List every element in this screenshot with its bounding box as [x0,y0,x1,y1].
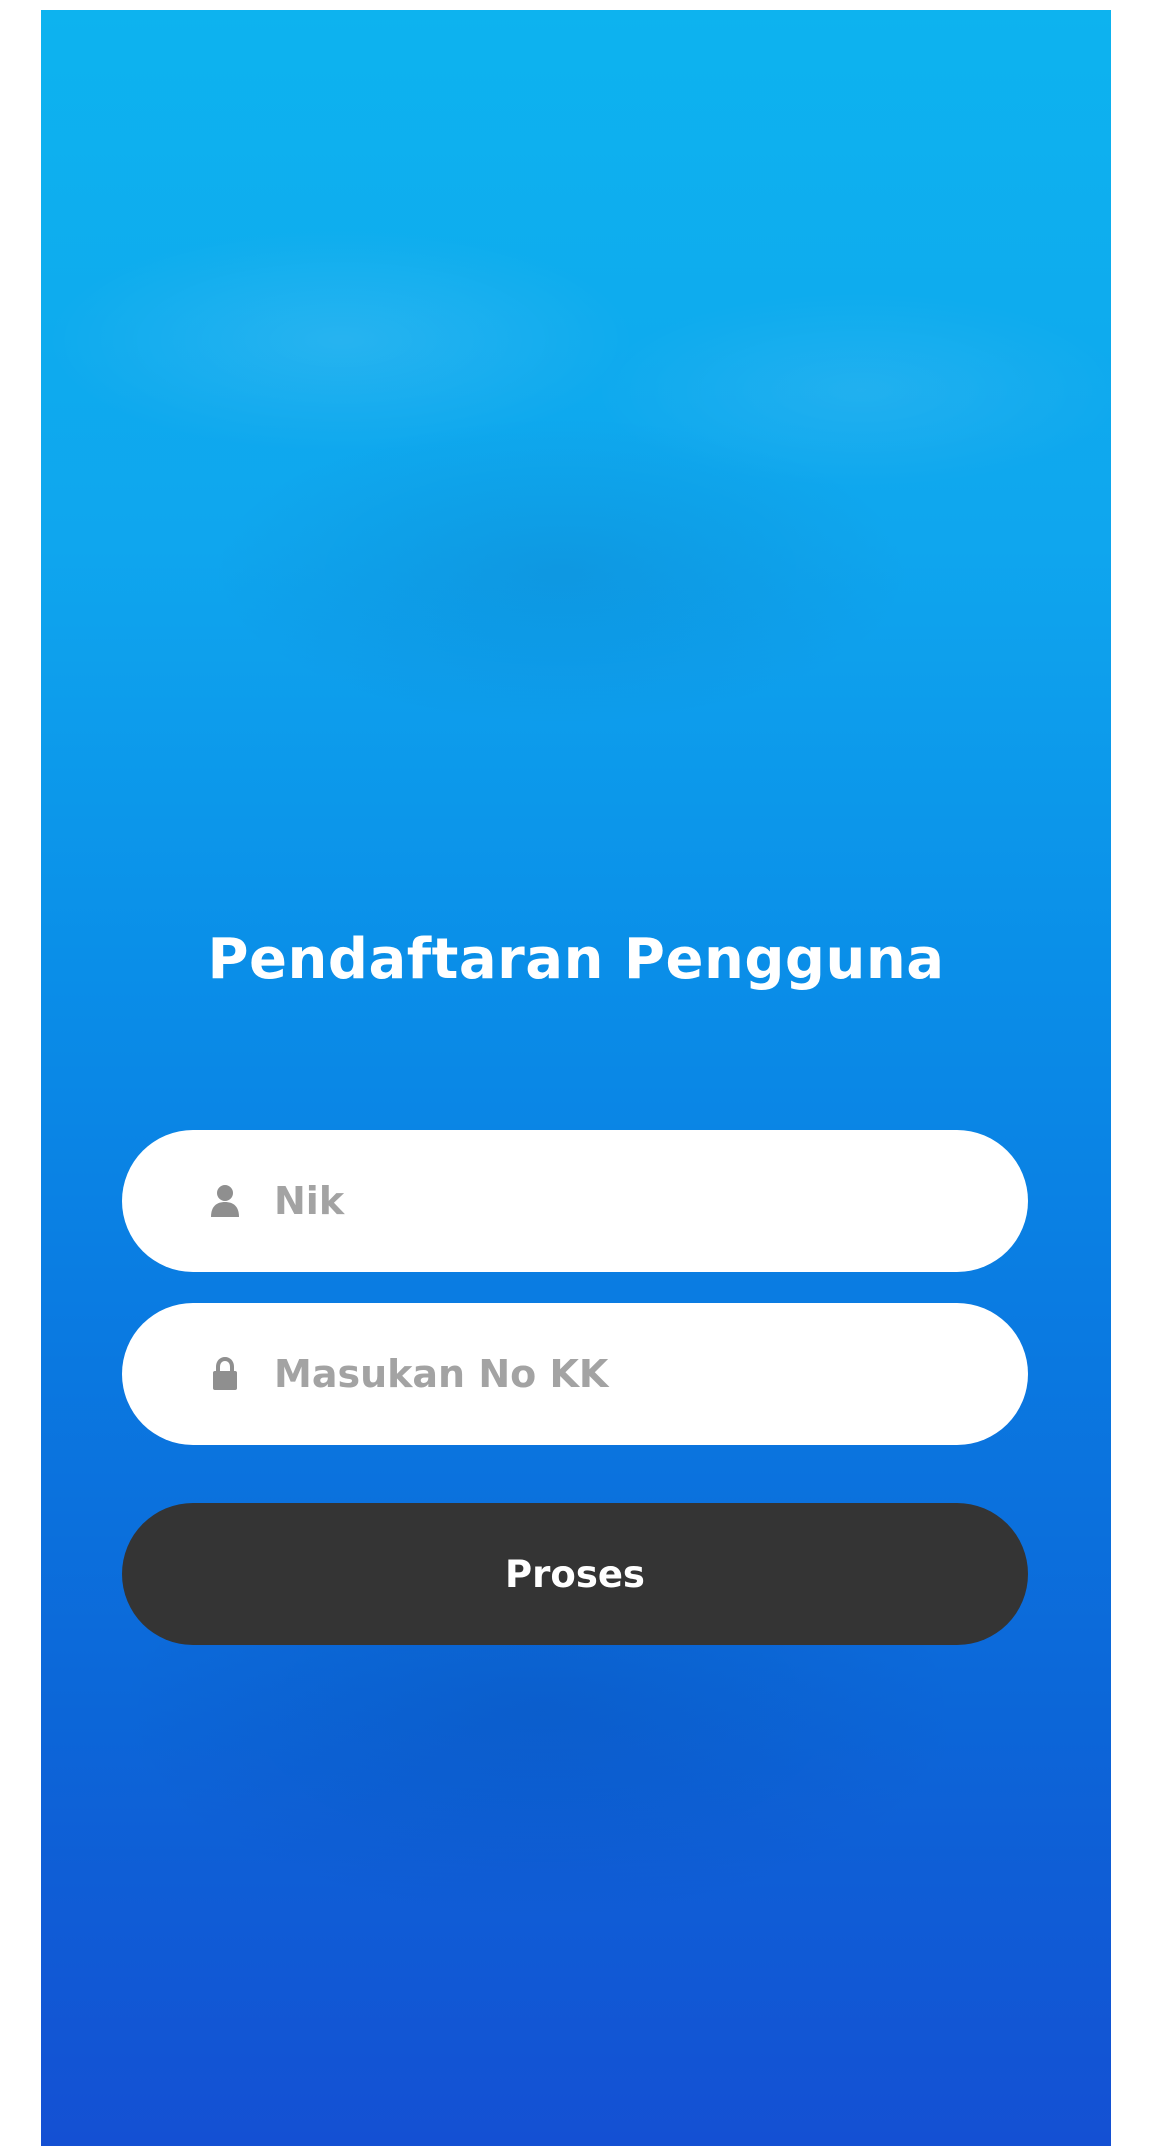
registration-screen: Pendaftaran Pengguna Proses [41,10,1111,2146]
user-icon [208,1181,242,1221]
nik-field[interactable] [122,1130,1028,1272]
page-title: Pendaftaran Pengguna [207,927,945,992]
kk-input[interactable] [274,1352,894,1396]
lock-icon [208,1354,242,1394]
nik-input[interactable] [274,1179,894,1223]
proses-button[interactable]: Proses [122,1503,1028,1645]
city-background-image [41,10,1111,2146]
kk-field[interactable] [122,1303,1028,1445]
